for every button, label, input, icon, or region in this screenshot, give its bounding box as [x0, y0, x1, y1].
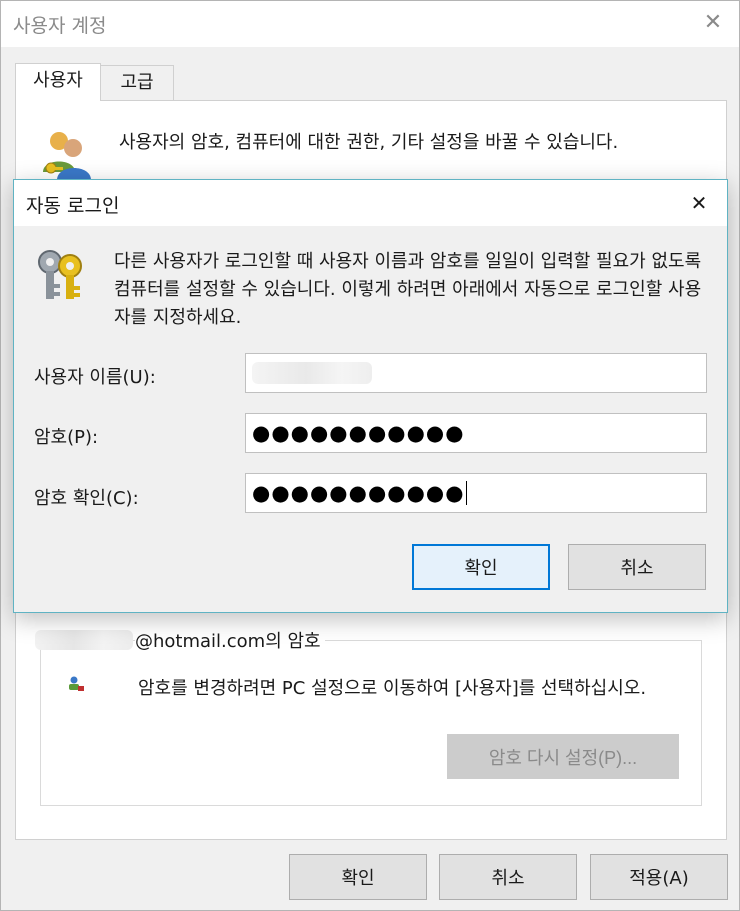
- window-title: 사용자 계정: [13, 15, 107, 37]
- username-field[interactable]: [245, 353, 707, 393]
- dialog-title: 자동 로그인: [26, 195, 120, 217]
- tab-advanced[interactable]: 고급: [100, 65, 174, 100]
- dialog-cancel-button[interactable]: 취소: [568, 544, 706, 590]
- reset-password-button[interactable]: 암호 다시 설정(P)...: [447, 734, 679, 779]
- password-group-label: @hotmail.com의 암호: [35, 627, 325, 653]
- confirm-password-value: ●●●●●●●●●●●: [252, 481, 465, 505]
- apply-button[interactable]: 적용(A): [590, 854, 728, 900]
- dialog-description: 다른 사용자가 로그인할 때 사용자 이름과 암호를 일일이 입력할 필요가 없…: [114, 251, 702, 328]
- user-account-small-icon: [69, 676, 84, 691]
- window-titlebar: 사용자 계정 ✕: [1, 1, 739, 47]
- blurred-username: [252, 362, 372, 384]
- user-accounts-window: 사용자 계정 ✕ 사용자 고급 사용자의 암호, 컴퓨터에 대한 권한, 기타 …: [0, 0, 740, 911]
- cancel-button[interactable]: 취소: [439, 854, 577, 900]
- dialog-close-icon[interactable]: ✕: [684, 188, 714, 218]
- confirm-password-label: 암호 확인(C):: [34, 488, 139, 509]
- dialog-titlebar: 자동 로그인 ✕: [14, 180, 727, 226]
- text-caret: [465, 481, 467, 505]
- password-group: [40, 640, 702, 806]
- keys-icon: [38, 250, 82, 299]
- tab-users[interactable]: 사용자: [15, 63, 101, 101]
- password-group-label-text: @hotmail.com의 암호: [135, 627, 325, 653]
- auto-logon-dialog: 자동 로그인 ✕ 다른 사용자가 로그인할 때 사용자 이름과 암호를 일일이 …: [13, 179, 728, 613]
- users-description: 사용자의 암호, 컴퓨터에 대한 권한, 기타 설정을 바꿀 수 있습니다.: [119, 132, 619, 153]
- users-icon: [43, 132, 91, 180]
- password-value: ●●●●●●●●●●●: [252, 421, 465, 445]
- username-label: 사용자 이름(U):: [34, 367, 156, 388]
- password-label: 암호(P):: [34, 427, 99, 448]
- dialog-ok-button[interactable]: 확인: [412, 544, 550, 590]
- password-field[interactable]: ●●●●●●●●●●●: [245, 413, 707, 453]
- confirm-password-field[interactable]: ●●●●●●●●●●●: [245, 473, 707, 513]
- blurred-account-name: [35, 630, 133, 650]
- window-close-icon[interactable]: ✕: [697, 7, 729, 39]
- ok-button[interactable]: 확인: [289, 854, 427, 900]
- password-group-text: 암호를 변경하려면 PC 설정으로 이동하여 [사용자]를 선택하십시오.: [138, 678, 647, 699]
